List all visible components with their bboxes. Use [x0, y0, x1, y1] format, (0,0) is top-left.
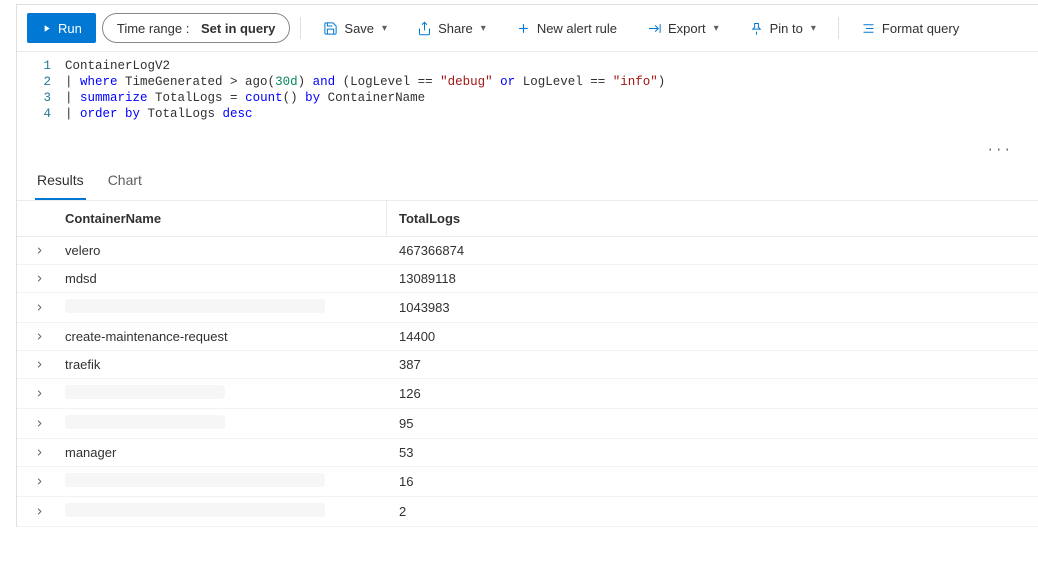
- cell-total-logs: 95: [387, 410, 1038, 437]
- expand-row-icon[interactable]: [17, 359, 61, 370]
- chevron-down-icon: ▾: [481, 23, 486, 34]
- pin-icon: [749, 21, 764, 36]
- save-button[interactable]: Save ▾: [311, 13, 399, 43]
- table-row[interactable]: manager53: [17, 439, 1038, 467]
- cell-container-name: [61, 293, 387, 322]
- cell-container-name: create-maintenance-request: [61, 323, 387, 350]
- editor-more-icon[interactable]: ···: [986, 142, 1012, 158]
- time-range-label: Time range :: [117, 21, 190, 36]
- format-icon: [861, 21, 876, 36]
- cell-total-logs: 14400: [387, 323, 1038, 350]
- table-row[interactable]: traefik387: [17, 351, 1038, 379]
- table-row[interactable]: mdsd13089118: [17, 265, 1038, 293]
- save-label: Save: [344, 21, 374, 36]
- code-content[interactable]: ContainerLogV2: [65, 58, 170, 74]
- expand-row-icon[interactable]: [17, 331, 61, 342]
- table-row[interactable]: create-maintenance-request14400: [17, 323, 1038, 351]
- share-icon: [417, 21, 432, 36]
- pin-label: Pin to: [770, 21, 803, 36]
- redacted-value: [65, 299, 325, 313]
- log-analytics-panel: Run Time range : Set in query Save ▾ Sha…: [16, 4, 1038, 527]
- time-range-value: Set in query: [201, 21, 275, 36]
- editor-line[interactable]: 1ContainerLogV2: [17, 58, 1038, 74]
- code-content[interactable]: | where TimeGenerated > ago(30d) and (Lo…: [65, 74, 665, 90]
- column-header-total-logs[interactable]: TotalLogs: [387, 201, 1038, 236]
- cell-total-logs: 387: [387, 351, 1038, 378]
- toolbar-divider: [838, 17, 839, 39]
- line-number: 1: [17, 58, 65, 74]
- tab-chart[interactable]: Chart: [106, 162, 144, 200]
- redacted-value: [65, 385, 225, 399]
- editor-line[interactable]: 4| order by TotalLogs desc: [17, 106, 1038, 122]
- results-header-row: ContainerName TotalLogs: [17, 201, 1038, 237]
- cell-total-logs: 1043983: [387, 294, 1038, 321]
- redacted-value: [65, 473, 325, 487]
- expand-row-icon[interactable]: [17, 245, 61, 256]
- cell-container-name: velero: [61, 237, 387, 264]
- editor-line[interactable]: 3| summarize TotalLogs = count() by Cont…: [17, 90, 1038, 106]
- expand-row-icon[interactable]: [17, 388, 61, 399]
- tab-results[interactable]: Results: [35, 162, 86, 200]
- expand-row-icon[interactable]: [17, 447, 61, 458]
- expand-row-icon[interactable]: [17, 506, 61, 517]
- cell-container-name: [61, 379, 387, 408]
- expand-row-icon[interactable]: [17, 476, 61, 487]
- table-row[interactable]: 95: [17, 409, 1038, 439]
- cell-total-logs: 2: [387, 498, 1038, 525]
- table-row[interactable]: velero467366874: [17, 237, 1038, 265]
- share-label: Share: [438, 21, 473, 36]
- cell-container-name: [61, 467, 387, 496]
- save-icon: [323, 21, 338, 36]
- line-number: 3: [17, 90, 65, 106]
- table-row[interactable]: 16: [17, 467, 1038, 497]
- table-row[interactable]: 2: [17, 497, 1038, 527]
- code-content[interactable]: | summarize TotalLogs = count() by Conta…: [65, 90, 425, 106]
- line-number: 4: [17, 106, 65, 122]
- chevron-down-icon: ▾: [382, 23, 387, 34]
- play-icon: [41, 23, 52, 34]
- toolbar: Run Time range : Set in query Save ▾ Sha…: [17, 5, 1038, 52]
- chevron-down-icon: ▾: [811, 23, 816, 34]
- format-query-button[interactable]: Format query: [849, 13, 971, 43]
- redacted-value: [65, 503, 325, 517]
- cell-container-name: traefik: [61, 351, 387, 378]
- run-label: Run: [58, 21, 82, 36]
- cell-total-logs: 126: [387, 380, 1038, 407]
- cell-total-logs: 467366874: [387, 237, 1038, 264]
- export-button[interactable]: Export ▾: [635, 13, 731, 43]
- cell-total-logs: 13089118: [387, 265, 1038, 292]
- share-button[interactable]: Share ▾: [405, 13, 498, 43]
- run-button[interactable]: Run: [27, 13, 96, 43]
- cell-container-name: [61, 409, 387, 438]
- editor-line[interactable]: 2| where TimeGenerated > ago(30d) and (L…: [17, 74, 1038, 90]
- new-alert-label: New alert rule: [537, 21, 617, 36]
- expand-column-header: [17, 201, 61, 236]
- line-number: 2: [17, 74, 65, 90]
- cell-container-name: mdsd: [61, 265, 387, 292]
- results-body: velero467366874mdsd130891181043983create…: [17, 237, 1038, 527]
- expand-row-icon[interactable]: [17, 302, 61, 313]
- cell-container-name: manager: [61, 439, 387, 466]
- redacted-value: [65, 415, 225, 429]
- results-tabs: Results Chart: [17, 162, 1038, 201]
- cell-total-logs: 53: [387, 439, 1038, 466]
- plus-icon: [516, 21, 531, 36]
- time-range-picker[interactable]: Time range : Set in query: [102, 13, 291, 43]
- table-row[interactable]: 1043983: [17, 293, 1038, 323]
- query-editor[interactable]: 1ContainerLogV22| where TimeGenerated > …: [17, 52, 1038, 162]
- new-alert-button[interactable]: New alert rule: [504, 13, 629, 43]
- cell-total-logs: 16: [387, 468, 1038, 495]
- table-row[interactable]: 126: [17, 379, 1038, 409]
- chevron-down-icon: ▾: [714, 23, 719, 34]
- cell-container-name: [61, 497, 387, 526]
- column-header-container-name[interactable]: ContainerName: [61, 201, 387, 236]
- pin-button[interactable]: Pin to ▾: [737, 13, 828, 43]
- toolbar-divider: [300, 17, 301, 39]
- expand-row-icon[interactable]: [17, 418, 61, 429]
- code-content[interactable]: | order by TotalLogs desc: [65, 106, 253, 122]
- format-label: Format query: [882, 21, 959, 36]
- export-label: Export: [668, 21, 706, 36]
- export-icon: [647, 21, 662, 36]
- expand-row-icon[interactable]: [17, 273, 61, 284]
